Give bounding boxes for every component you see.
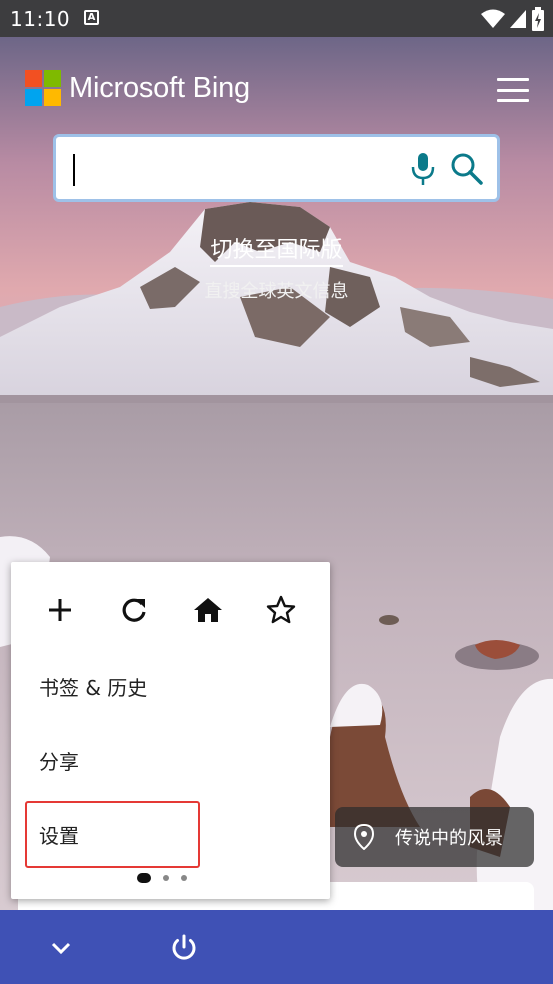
switch-subtitle: 直搜全球英文信息 [204,281,349,302]
collapse-button[interactable] [43,930,79,966]
power-icon [172,934,196,960]
image-location-chip[interactable]: 传说中的风景 [335,807,534,867]
bookmark-star-button[interactable] [261,590,301,630]
location-label: 传说中的风景 [395,828,503,849]
bottom-bar [0,910,553,984]
search-input[interactable] [72,147,392,189]
page-dot-active [137,873,151,883]
wifi-icon [481,9,505,28]
new-tab-button[interactable] [40,590,80,630]
power-button[interactable] [166,930,202,966]
status-time: 11:10 [10,7,71,31]
hamburger-menu-icon[interactable] [497,78,529,102]
bing-logo[interactable]: Microsoft Bing [25,70,250,106]
menu-item-bookmarks-history[interactable]: 书签 & 历史 [39,672,147,701]
microphone-icon[interactable] [410,151,436,187]
battery-icon [532,7,544,31]
status-bar: 11:10 A [0,0,553,37]
menu-item-share[interactable]: 分享 [39,746,79,775]
page-indicator [137,873,187,883]
chevron-down-icon [51,942,71,955]
microsoft-logo-icon [25,70,61,106]
star-icon [266,595,296,624]
switch-international-link[interactable]: 切换至国际版 [0,232,553,267]
status-icons [481,7,545,31]
signal-icon [510,10,526,28]
notification-icon: A [84,10,99,25]
logo-text: Microsoft Bing [69,71,250,104]
search-icon[interactable] [449,151,485,187]
home-button[interactable] [188,590,228,630]
search-box[interactable] [53,134,500,202]
plus-icon [49,599,71,621]
text-caret [73,154,75,186]
popup-menu: 书签 & 历史 分享 设置 [11,562,330,899]
refresh-icon [122,598,146,622]
popup-toolbar [11,590,330,630]
home-icon [194,598,222,622]
page-dot [181,875,187,881]
location-pin-icon [353,824,375,850]
refresh-button[interactable] [114,590,154,630]
page-dot [163,875,169,881]
settings-highlight [25,801,200,868]
switch-link-text[interactable]: 切换至国际版 [210,238,343,267]
